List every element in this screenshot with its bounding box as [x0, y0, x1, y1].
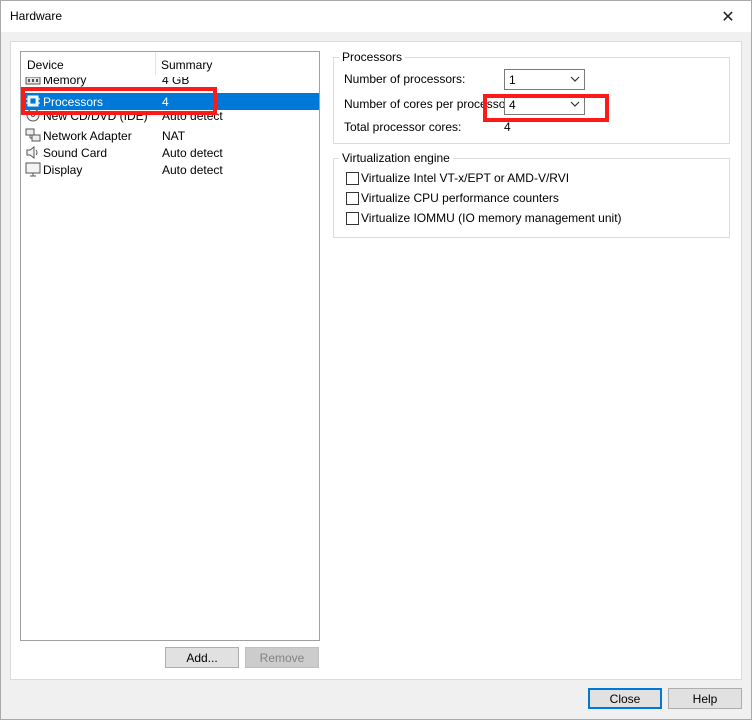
cpu-counters-label[interactable]: Virtualize CPU performance counters [361, 191, 559, 205]
device-list[interactable]: Device Summary Memory 4 GB Processors 4 … [20, 51, 320, 641]
sound-card-icon [26, 146, 38, 159]
column-header-summary[interactable]: Summary [161, 58, 212, 72]
device-row-sound-card[interactable]: Sound Card Auto detect [21, 144, 319, 161]
device-name: Display [43, 163, 83, 177]
num-processors-value: 1 [509, 73, 516, 87]
processors-group-label: Processors [342, 50, 403, 64]
vtx-label[interactable]: Virtualize Intel VT-x/EPT or AMD-V/RVI [361, 171, 569, 185]
cpu-counters-checkbox[interactable] [346, 192, 359, 205]
device-row-memory[interactable]: Memory 4 GB [21, 77, 319, 89]
device-summary: NAT [162, 129, 186, 143]
window-title: Hardware [10, 9, 63, 23]
cd-dvd-icon [26, 110, 40, 122]
device-name: Memory [43, 77, 87, 87]
device-name: Network Adapter [43, 129, 132, 143]
close-button[interactable]: Close [588, 688, 662, 709]
device-name: Sound Card [43, 146, 108, 160]
chevron-down-icon [570, 76, 580, 82]
cores-per-processor-value: 4 [509, 98, 516, 112]
device-row-network-adapter[interactable]: Network Adapter NAT [21, 127, 319, 144]
device-summary: Auto detect [162, 110, 223, 123]
total-cores-value: 4 [504, 120, 511, 134]
device-summary: Auto detect [162, 146, 223, 160]
device-list-header: Device Summary [21, 52, 319, 76]
cores-per-processor-select[interactable]: 4 [504, 94, 585, 115]
memory-icon [25, 77, 41, 85]
device-name: Processors [43, 95, 104, 109]
iommu-label[interactable]: Virtualize IOMMU (IO memory management u… [361, 211, 622, 225]
column-separator[interactable] [155, 52, 156, 75]
title-bar: Hardware ✕ [1, 1, 751, 32]
device-name: New CD/DVD (IDE) [43, 110, 148, 123]
network-adapter-icon [25, 128, 41, 142]
device-summary: 4 GB [162, 77, 190, 87]
iommu-checkbox[interactable] [346, 212, 359, 225]
close-window-icon[interactable]: ✕ [705, 1, 751, 32]
remove-button[interactable]: Remove [245, 647, 319, 668]
column-header-device[interactable]: Device [27, 58, 64, 72]
add-button[interactable]: Add... [165, 647, 239, 668]
device-row-processors[interactable]: Processors 4 [21, 93, 319, 110]
chevron-down-icon [570, 101, 580, 107]
cores-per-processor-label: Number of cores per processor: [344, 97, 513, 111]
num-processors-label: Number of processors: [344, 72, 466, 86]
device-summary: Auto detect [162, 163, 223, 177]
device-summary: 4 [162, 95, 169, 109]
device-row-display[interactable]: Display Auto detect [21, 161, 319, 178]
total-cores-label: Total processor cores: [344, 120, 462, 134]
virtualization-group-label: Virtualization engine [342, 151, 450, 165]
vtx-checkbox[interactable] [346, 172, 359, 185]
num-processors-select[interactable]: 1 [504, 69, 585, 90]
display-icon [25, 162, 41, 177]
help-button[interactable]: Help [668, 688, 742, 709]
processor-icon [26, 95, 40, 107]
device-row-cd-dvd[interactable]: New CD/DVD (IDE) Auto detect [21, 110, 319, 124]
